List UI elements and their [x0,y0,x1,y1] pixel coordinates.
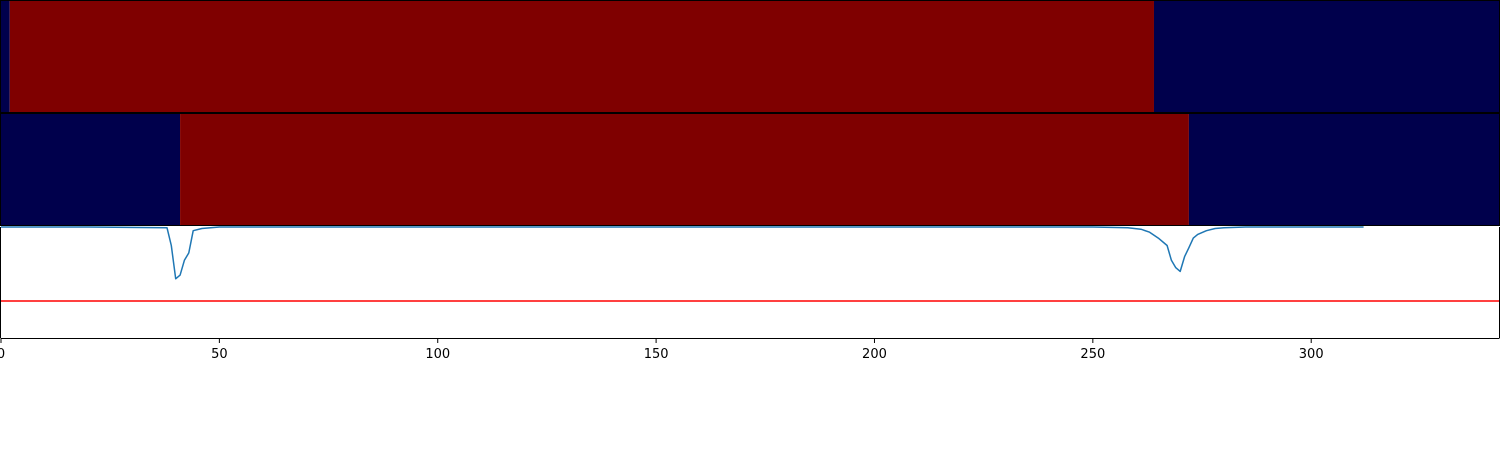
heatmap-segment-1-2 [9,1,1154,112]
heatmap-panel-2 [0,113,1500,226]
line-panel: 0 50 100 150 200 250 300 [0,226,1500,362]
x-tick-label-2: 50 [211,347,228,362]
heatmap-segment-2-1 [1,114,181,225]
series-line-1 [1,226,1364,280]
heatmap-panel-1 [0,0,1500,113]
x-tick-label-4: 150 [644,347,669,362]
chart-figure: 0 50 100 150 200 250 300 [0,0,1500,450]
heatmap-segment-1-3 [1153,1,1499,112]
heatmap-segment-2-3 [1188,114,1499,225]
x-tick-label-5: 200 [862,347,887,362]
x-tick-label-7: 300 [1299,347,1324,362]
chart-canvas: 0 50 100 150 200 250 300 [0,0,1500,362]
heatmap-segment-1-1 [1,1,10,112]
x-tick-label-6: 250 [1080,347,1105,362]
heatmap-segment-2-2 [180,114,1189,225]
x-tick-label-1: 0 [0,347,5,362]
x-tick-label-3: 100 [425,347,450,362]
